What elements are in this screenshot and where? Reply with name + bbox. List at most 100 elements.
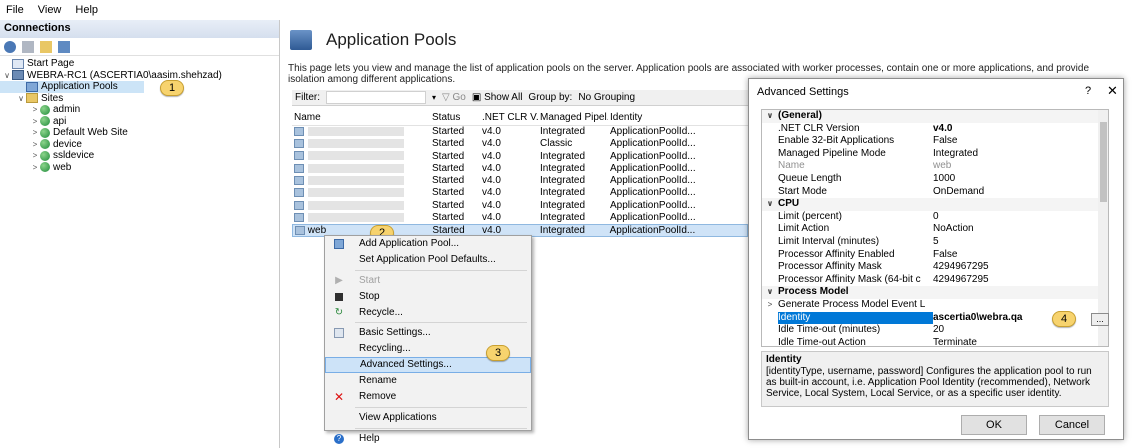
disconnect-icon[interactable] [58,40,70,53]
tree-item-sites[interactable]: ∨ Sites [0,93,279,105]
menu-item-add-application-pool[interactable]: Add Application Pool... [325,236,531,252]
connections-header: Connections [0,20,279,38]
expand-arrow-icon[interactable]: > [762,299,778,312]
help-icon: ? [334,433,344,444]
group-by-select[interactable]: No Grouping [578,92,635,103]
tree-item-site[interactable]: > admin [0,104,279,116]
menu-view[interactable]: View [38,4,62,16]
menu-item-recycle[interactable]: ↻ Recycle... [325,305,531,321]
property-row[interactable]: .NET CLR Version v4.0 [762,123,1108,136]
tree-item-application-pools[interactable]: Application Pools [0,81,144,93]
settings-icon [334,328,344,339]
menu-item-rename[interactable]: Rename [325,373,531,389]
expand-arrow-icon[interactable]: > [30,150,40,162]
property-row[interactable]: Idle Time-out Action Terminate [762,337,1108,346]
property-row[interactable]: Processor Affinity Enabled False [762,249,1108,262]
menu-help[interactable]: Help [75,4,98,16]
expand-arrow-icon[interactable]: > [30,139,40,151]
table-row[interactable]: Started v4.0 Integrated ApplicationPoolI… [292,175,748,187]
column-header-pipeline[interactable]: Managed Pipel... [538,110,608,125]
go-button[interactable]: ▽ Go [442,92,466,103]
application-pools-icon [26,81,38,92]
property-grid-scrollbar[interactable] [1098,110,1108,346]
collapse-arrow-icon[interactable]: ∨ [2,70,12,82]
property-row[interactable]: > Generate Process Model Event L [762,299,1108,312]
column-header-identity[interactable]: Identity [608,110,748,125]
property-row[interactable]: Queue Length 1000 [762,173,1108,186]
expand-arrow-icon[interactable]: > [30,127,40,139]
expand-arrow-icon[interactable]: > [30,116,40,128]
show-all-button[interactable]: ▣ Show All [472,92,523,103]
identity-browse-button[interactable]: ... [1091,313,1109,326]
cancel-button[interactable]: Cancel [1039,415,1105,435]
tree-item-site[interactable]: > Default Web Site [0,127,279,139]
filter-input[interactable] [326,91,426,104]
menu-separator [355,406,527,408]
property-description: Identity [identityType, username, passwo… [761,351,1109,407]
app-pool-icon [294,163,304,173]
table-row[interactable]: Started v4.0 Classic ApplicationPoolId..… [292,138,748,150]
table-row[interactable]: Started v4.0 Integrated ApplicationPoolI… [292,126,748,138]
filter-dropdown-icon[interactable]: ▾ [432,93,436,102]
menu-item-view-applications[interactable]: View Applications [325,410,531,426]
menu-item-remove[interactable]: ✕ Remove [325,389,531,405]
connect-icon[interactable] [4,40,16,53]
collapse-arrow-icon[interactable]: ∨ [762,286,778,299]
menu-item-stop[interactable]: Stop [325,289,531,305]
redacted-name [308,126,404,136]
expand-arrow-icon[interactable]: > [30,162,40,174]
app-pool-icon [294,139,304,149]
app-pool-icon [294,212,304,222]
save-icon[interactable] [22,40,34,53]
column-header-name[interactable]: Name [292,110,430,125]
redacted-name [308,212,404,222]
table-row[interactable]: Started v4.0 Integrated ApplicationPoolI… [292,163,748,175]
column-header-clr[interactable]: .NET CLR V... [480,110,538,125]
table-row[interactable]: Started v4.0 Integrated ApplicationPoolI… [292,151,748,163]
server-icon [12,70,24,81]
column-header-status[interactable]: Status [430,110,480,125]
redacted-name [308,151,404,161]
app-pool-icon [294,176,304,186]
application-pools-grid: Name Status .NET CLR V... Managed Pipel.… [292,110,748,237]
expand-arrow-icon[interactable]: > [30,104,40,116]
property-row[interactable]: Processor Affinity Mask (64-bit c 4294967… [762,274,1108,287]
table-row[interactable]: Started v4.0 Integrated ApplicationPoolI… [292,187,748,199]
property-row[interactable]: Limit Interval (minutes) 5 [762,236,1108,249]
property-row[interactable]: Start Mode OnDemand [762,186,1108,199]
collapse-arrow-icon[interactable]: ∨ [762,198,778,211]
property-category[interactable]: ∨ (General) [762,110,1108,123]
property-row[interactable]: Name web [762,160,1108,173]
property-row[interactable]: Enable 32-Bit Applications False [762,135,1108,148]
property-row[interactable]: Limit Action NoAction [762,223,1108,236]
tree-item-site[interactable]: > ssldevice [0,150,279,162]
close-icon[interactable]: ✕ [1107,83,1118,99]
collapse-arrow-icon[interactable]: ∨ [16,93,26,105]
menu-item-help[interactable]: ? Help [325,431,531,447]
connections-tree: Start Page ∨ WEBRA-RC1 (ASCERTIA0\aasim.… [0,56,279,173]
ok-button[interactable]: OK [961,415,1027,435]
tree-item-server[interactable]: ∨ WEBRA-RC1 (ASCERTIA0\aasim.shehzad) [0,70,279,82]
menu-item-start[interactable]: ▶ Start [325,273,531,289]
tree-item-start-page[interactable]: Start Page [0,58,279,70]
tree-item-site[interactable]: > api [0,116,279,128]
property-row[interactable]: Managed Pipeline Mode Integrated [762,148,1108,161]
table-row[interactable]: Started v4.0 Integrated ApplicationPoolI… [292,200,748,212]
tree-item-site[interactable]: > device [0,139,279,151]
help-icon[interactable]: ? [1085,85,1091,97]
menu-file[interactable]: File [6,4,24,16]
up-folder-icon[interactable] [40,40,52,53]
scrollbar-thumb[interactable] [1100,122,1107,202]
tree-item-site[interactable]: > web [0,162,279,174]
property-row[interactable]: Limit (percent) 0 [762,211,1108,224]
menu-item-basic-settings[interactable]: Basic Settings... [325,325,531,341]
advanced-settings-dialog: Advanced Settings ? ✕ ∨ (General) .NET CL… [748,78,1124,440]
menu-item-set-defaults[interactable]: Set Application Pool Defaults... [325,252,531,268]
property-category[interactable]: ∨ Process Model [762,286,1108,299]
globe-icon [40,150,50,161]
app-pool-icon [294,126,304,136]
property-category[interactable]: ∨ CPU [762,198,1108,211]
table-row[interactable]: Started v4.0 Integrated ApplicationPoolI… [292,212,748,224]
property-row[interactable]: Processor Affinity Mask 4294967295 [762,261,1108,274]
collapse-arrow-icon[interactable]: ∨ [762,110,778,123]
